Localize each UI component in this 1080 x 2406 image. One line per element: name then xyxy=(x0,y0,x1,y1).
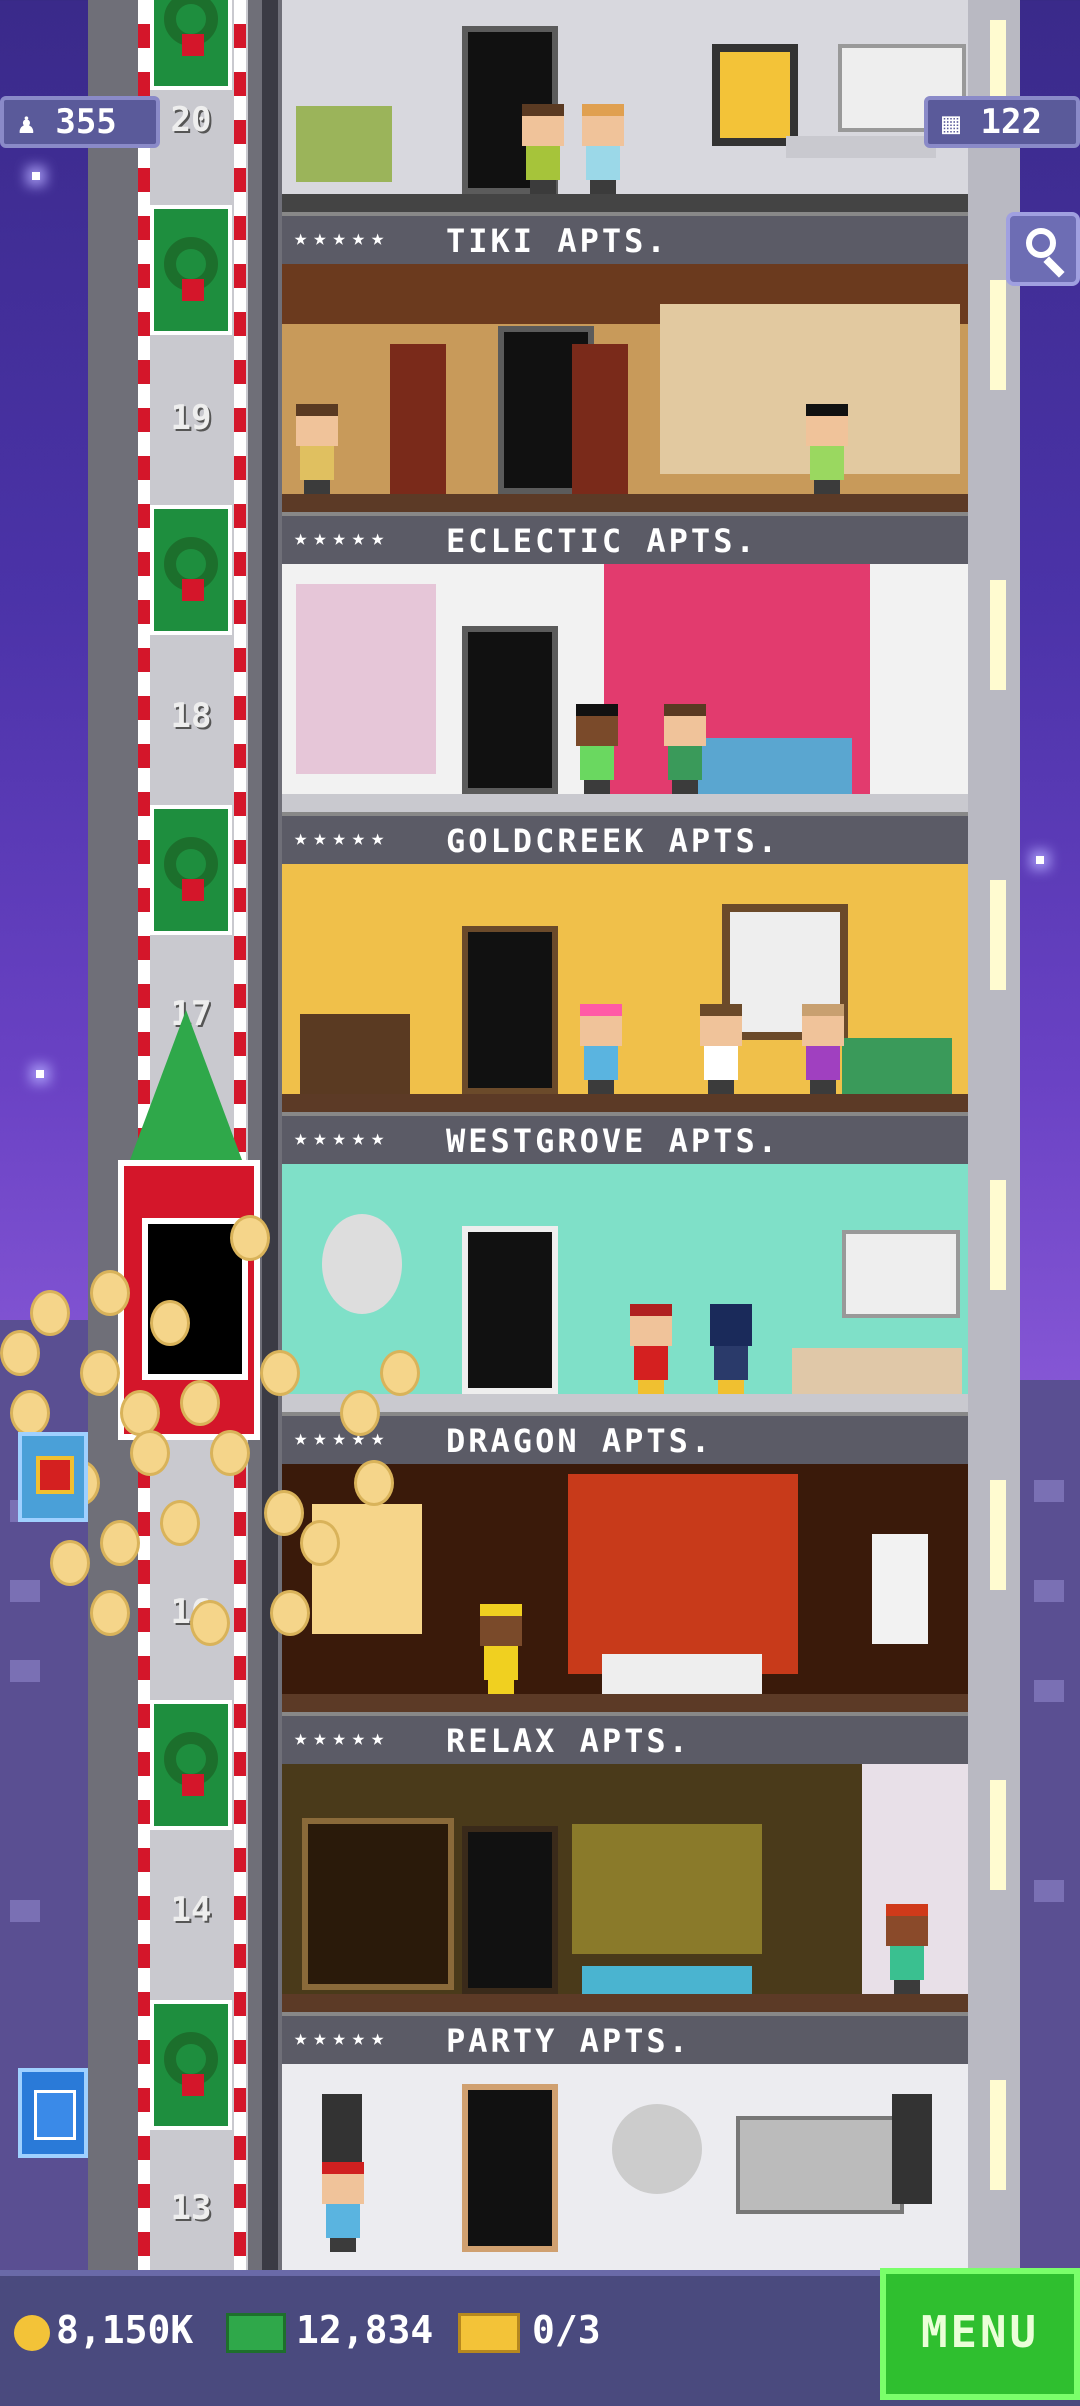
wreath-decoration xyxy=(150,1700,232,1830)
apartment-name: RELAX APTS. xyxy=(446,1722,691,1760)
apartment-eclectic[interactable] xyxy=(282,564,968,812)
search-icon xyxy=(1026,228,1056,258)
bitizen[interactable] xyxy=(578,104,628,194)
floor-number: 19 xyxy=(170,398,212,438)
coins-display[interactable]: 8,150K xyxy=(14,2302,193,2358)
tickets-display[interactable]: 0/3 xyxy=(458,2302,601,2358)
abstract-painting xyxy=(296,584,436,774)
cabinet xyxy=(842,1230,960,1318)
bitizen[interactable] xyxy=(318,2162,368,2252)
tiki-statue xyxy=(390,344,446,494)
gift-button[interactable] xyxy=(18,1432,88,1522)
bitizen[interactable] xyxy=(292,404,342,494)
bux-display[interactable]: 12,834 xyxy=(226,2302,433,2358)
mail-button[interactable] xyxy=(18,2068,88,2158)
apartment-name: GOLDCREEK APTS. xyxy=(446,822,780,860)
bitizen[interactable] xyxy=(476,1604,526,1694)
apartment-tiki[interactable] xyxy=(282,264,968,512)
wall-picture xyxy=(712,44,798,146)
wreath-decoration xyxy=(150,505,232,635)
apartment-name: WESTGROVE APTS. xyxy=(446,1122,780,1160)
floors-icon: ▦ xyxy=(942,106,961,141)
mirror xyxy=(322,1214,402,1314)
apartment-label: ★★★★★ ECLECTIC APTS. xyxy=(282,512,968,564)
apartment-relax[interactable] xyxy=(282,1764,968,2012)
bitizen[interactable] xyxy=(626,1304,676,1394)
gold-panel xyxy=(572,1824,762,1954)
apartment-name: ECLECTIC APTS. xyxy=(446,522,758,560)
tower-right-edge xyxy=(968,0,1020,2270)
low-bed xyxy=(582,1966,752,1994)
bitizen[interactable] xyxy=(706,1304,756,1394)
floor-number: 13 xyxy=(170,2188,212,2228)
menu-button[interactable]: MENU xyxy=(880,2268,1080,2400)
bitizen[interactable] xyxy=(696,1004,746,1094)
lattice-window xyxy=(302,1818,454,1990)
mail-icon xyxy=(34,2090,76,2140)
apartment-party[interactable] xyxy=(282,2064,968,2270)
bitizen[interactable] xyxy=(660,704,710,794)
tiki-statue xyxy=(572,344,628,494)
apartment-label: ★★★★★ GOLDCREEK APTS. xyxy=(282,812,968,864)
sky-star xyxy=(32,172,40,180)
apartment-label: ★★★★★ TIKI APTS. xyxy=(282,212,968,264)
apartment-label: ★★★★★ DRAGON APTS. xyxy=(282,1412,968,1464)
sky-star xyxy=(1036,856,1044,864)
wreath-decoration xyxy=(150,2000,232,2130)
wreath-decoration xyxy=(150,205,232,335)
apartment-name: DRAGON APTS. xyxy=(446,1422,714,1460)
tv-screen xyxy=(736,2116,904,2214)
apartment-name: TIKI APTS. xyxy=(446,222,669,260)
counter xyxy=(792,1348,962,1394)
bux-icon xyxy=(226,2312,286,2353)
apartment-label: ★★★★★ PARTY APTS. xyxy=(282,2012,968,2064)
floor-number: 18 xyxy=(170,696,212,736)
population-counter[interactable]: ♟ 355 xyxy=(0,96,160,148)
couch xyxy=(842,1038,952,1094)
apartment-label: ★★★★★ RELAX APTS. xyxy=(282,1712,968,1764)
counter xyxy=(786,136,936,158)
floor-number: 20 xyxy=(170,100,212,140)
disco-ball xyxy=(612,2104,702,2194)
floors-counter[interactable]: ▦ 122 xyxy=(924,96,1080,148)
wreath-decoration xyxy=(150,0,232,90)
speaker xyxy=(892,2094,932,2204)
bed xyxy=(602,1654,762,1694)
search-button[interactable] xyxy=(1006,212,1080,286)
sky-star xyxy=(36,1070,44,1078)
floor-number: 14 xyxy=(170,1890,212,1930)
bitizen[interactable] xyxy=(576,1004,626,1094)
coin-icon xyxy=(14,2314,50,2351)
tv-cabinet xyxy=(300,1014,410,1094)
city-building-right xyxy=(1020,1380,1080,2280)
christmas-tree-icon xyxy=(130,1010,242,1160)
bitizen[interactable] xyxy=(572,704,622,794)
gift-icon xyxy=(36,1456,74,1494)
apartment-name: PARTY APTS. xyxy=(446,2022,691,2060)
bitizen[interactable] xyxy=(802,404,852,494)
bitizen[interactable] xyxy=(882,1904,932,1994)
apartment-goldcreek[interactable] xyxy=(282,864,968,1112)
apartment-label: ★★★★★ WESTGROVE APTS. xyxy=(282,1112,968,1164)
bitizen[interactable] xyxy=(798,1004,848,1094)
calligraphy-scroll xyxy=(872,1534,928,1644)
dragon-tapestry xyxy=(568,1474,798,1674)
apartment-floor-20[interactable] xyxy=(282,0,968,212)
elevator-cable xyxy=(262,0,278,2270)
armchair xyxy=(296,106,392,182)
ticket-icon xyxy=(458,2312,520,2353)
wreath-decoration xyxy=(150,805,232,935)
population-icon: ♟ xyxy=(18,107,35,140)
bitizen[interactable] xyxy=(518,104,568,194)
